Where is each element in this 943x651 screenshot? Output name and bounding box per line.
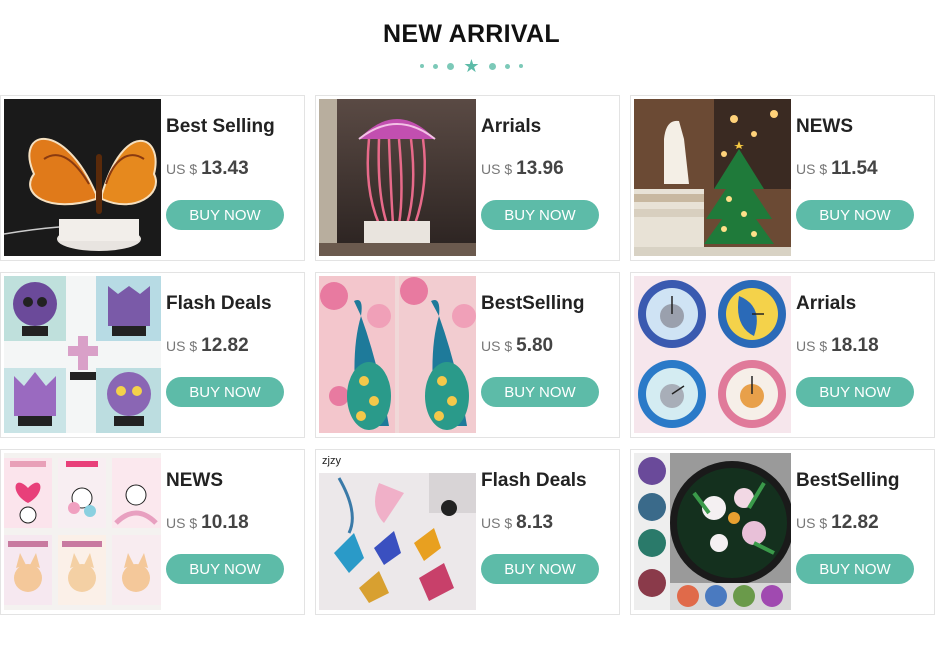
star-icon: ★ xyxy=(463,56,480,76)
price-currency: US $ xyxy=(796,338,828,354)
product-title[interactable]: Arrials xyxy=(796,293,856,315)
product-image[interactable] xyxy=(634,99,791,256)
product-price: US $11.54 xyxy=(796,158,878,180)
price-amount: 11.54 xyxy=(831,158,878,179)
buy-now-button[interactable]: BUY NOW xyxy=(166,554,284,584)
price-currency: US $ xyxy=(166,338,198,354)
product-price: US $12.82 xyxy=(796,512,879,534)
image-watermark: zjzy xyxy=(322,455,341,467)
title-decoration: ★ xyxy=(0,57,943,75)
price-currency: US $ xyxy=(481,515,513,531)
product-image[interactable] xyxy=(4,453,161,610)
product-card[interactable]: NEWS US $10.18 BUY NOW xyxy=(0,449,305,615)
price-currency: US $ xyxy=(481,338,513,354)
product-image[interactable]: zjzy xyxy=(319,453,476,610)
product-title[interactable]: BestSelling xyxy=(481,293,584,315)
price-currency: US $ xyxy=(796,161,828,177)
product-title[interactable]: NEWS xyxy=(166,470,223,492)
buy-now-button[interactable]: BUY NOW xyxy=(796,377,914,407)
product-card[interactable]: BestSelling US $5.80 BUY NOW xyxy=(315,272,620,438)
price-amount: 13.96 xyxy=(516,158,564,179)
product-price: US $13.96 xyxy=(481,158,564,180)
buy-now-button[interactable]: BUY NOW xyxy=(796,554,914,584)
product-image[interactable] xyxy=(319,276,476,433)
product-image[interactable] xyxy=(4,99,161,256)
price-amount: 10.18 xyxy=(201,512,249,533)
product-card[interactable]: Arrials US $18.18 BUY NOW xyxy=(630,272,935,438)
price-amount: 12.82 xyxy=(201,335,249,356)
buy-now-button[interactable]: BUY NOW xyxy=(796,200,914,230)
product-price: US $5.80 xyxy=(481,335,553,357)
price-amount: 18.18 xyxy=(831,335,879,356)
product-card[interactable]: Arrials US $13.96 BUY NOW xyxy=(315,95,620,261)
price-currency: US $ xyxy=(796,515,828,531)
product-card[interactable]: zjzy Flash Deals US $8.13 BUY NOW xyxy=(315,449,620,615)
price-amount: 12.82 xyxy=(831,512,879,533)
product-card[interactable]: BestSelling US $12.82 BUY NOW xyxy=(630,449,935,615)
product-title[interactable]: NEWS xyxy=(796,116,853,138)
product-image[interactable] xyxy=(634,276,791,433)
product-price: US $18.18 xyxy=(796,335,879,357)
product-title[interactable]: BestSelling xyxy=(796,470,899,492)
price-currency: US $ xyxy=(166,515,198,531)
product-card[interactable]: Flash Deals US $12.82 BUY NOW xyxy=(0,272,305,438)
product-title[interactable]: Flash Deals xyxy=(166,293,272,315)
product-image[interactable] xyxy=(319,99,476,256)
product-image[interactable] xyxy=(634,453,791,610)
buy-now-button[interactable]: BUY NOW xyxy=(481,554,599,584)
product-price: US $13.43 xyxy=(166,158,249,180)
price-amount: 13.43 xyxy=(201,158,249,179)
buy-now-button[interactable]: BUY NOW xyxy=(166,200,284,230)
product-card[interactable]: Best Selling US $13.43 BUY NOW xyxy=(0,95,305,261)
buy-now-button[interactable]: BUY NOW xyxy=(481,200,599,230)
section-title: NEW ARRIVAL xyxy=(383,20,560,48)
product-title[interactable]: Best Selling xyxy=(166,116,275,138)
product-price: US $10.18 xyxy=(166,512,249,534)
price-amount: 8.13 xyxy=(516,512,554,533)
product-title[interactable]: Flash Deals xyxy=(481,470,587,492)
product-title[interactable]: Arrials xyxy=(481,116,541,138)
price-amount: 5.80 xyxy=(516,335,554,356)
product-price: US $8.13 xyxy=(481,512,553,534)
price-currency: US $ xyxy=(166,161,198,177)
product-image[interactable] xyxy=(4,276,161,433)
product-card[interactable]: NEWS US $11.54 BUY NOW xyxy=(630,95,935,261)
buy-now-button[interactable]: BUY NOW xyxy=(166,377,284,407)
product-price: US $12.82 xyxy=(166,335,249,357)
price-currency: US $ xyxy=(481,161,513,177)
buy-now-button[interactable]: BUY NOW xyxy=(481,377,599,407)
